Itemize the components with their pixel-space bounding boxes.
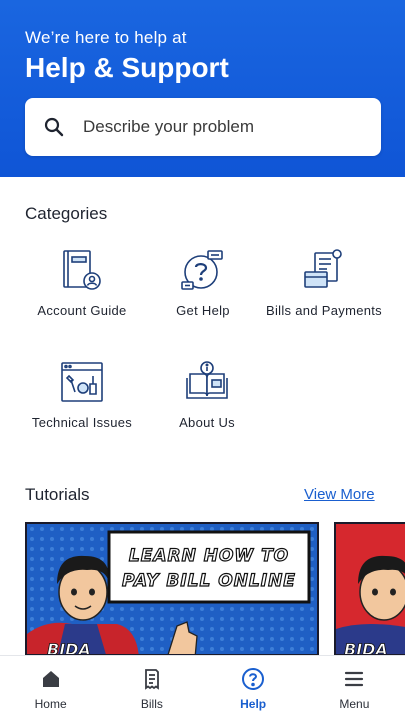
- header-subtitle: We’re here to help at: [25, 28, 187, 47]
- tutorials-heading: Tutorials: [25, 485, 90, 504]
- menu-icon: [342, 667, 366, 691]
- nav-label: Help: [240, 697, 267, 711]
- bills-icon: [140, 667, 164, 691]
- category-label: Get Help: [176, 303, 230, 318]
- category-label: About Us: [179, 415, 235, 430]
- brand-badge: BIDA: [47, 640, 91, 656]
- page-title: Help & Support: [25, 52, 229, 83]
- nav-label: Home: [34, 697, 67, 711]
- view-more-link[interactable]: View More: [304, 486, 375, 503]
- category-label: Bills and Payments: [266, 303, 382, 318]
- search-bar[interactable]: [25, 98, 381, 156]
- technical-issues-icon: [59, 360, 105, 406]
- categories-heading: Categories: [25, 204, 108, 223]
- nav-label: Menu: [339, 697, 370, 711]
- tutorial-card[interactable]: BIDA: [334, 522, 405, 656]
- tutorial-thumbnail: BIDA: [336, 524, 405, 656]
- account-guide-icon: [59, 248, 105, 294]
- bottom-navigation: Home Bills Help Menu: [0, 655, 405, 720]
- category-get-help[interactable]: Get Help: [143, 248, 263, 319]
- about-us-icon: [184, 360, 230, 406]
- category-technical-issues[interactable]: Technical Issues: [22, 360, 142, 431]
- nav-help[interactable]: Help: [203, 656, 304, 720]
- bills-payments-icon: [301, 248, 347, 294]
- search-icon: [43, 116, 65, 138]
- tutorial-thumbnail: LEARN HOW TO PAY BILL ONLINE BIDA: [27, 524, 317, 656]
- nav-menu[interactable]: Menu: [304, 656, 405, 720]
- banner-line-1: LEARN HOW TO: [129, 546, 289, 566]
- category-account-guide[interactable]: Account Guide: [22, 248, 142, 319]
- get-help-icon: [180, 248, 226, 294]
- category-bills-payments[interactable]: Bills and Payments: [264, 248, 384, 319]
- help-icon: [241, 667, 265, 691]
- nav-bills[interactable]: Bills: [101, 656, 202, 720]
- banner-line-2: PAY BILL ONLINE: [122, 571, 296, 591]
- home-icon: [39, 667, 63, 691]
- category-label: Account Guide: [37, 303, 127, 318]
- category-label: Technical Issues: [31, 415, 133, 430]
- nav-home[interactable]: Home: [0, 656, 101, 720]
- search-input[interactable]: [83, 117, 353, 137]
- brand-badge: BIDA: [344, 640, 388, 656]
- nav-label: Bills: [140, 697, 163, 711]
- tutorial-card[interactable]: LEARN HOW TO PAY BILL ONLINE BIDA: [25, 522, 319, 656]
- header-banner: We’re here to help at Help & Support: [0, 0, 405, 177]
- category-about-us[interactable]: About Us: [147, 360, 267, 431]
